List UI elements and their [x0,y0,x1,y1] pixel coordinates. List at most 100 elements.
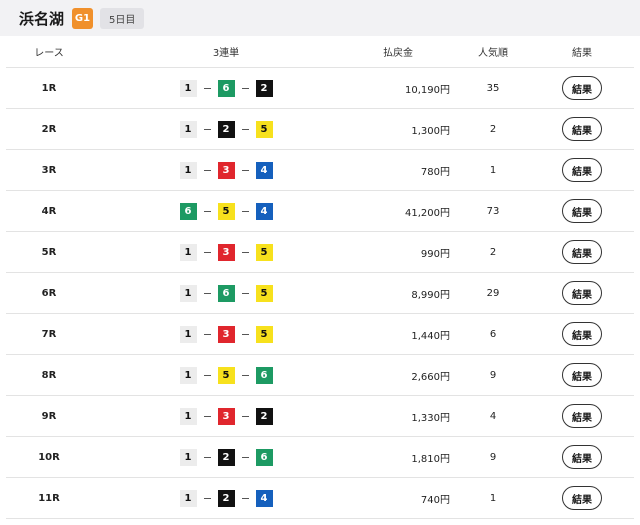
table-header-row: レース 3連単 払戻金 人気順 結果 [6,36,634,68]
popularity-rank: 9 [489,451,497,463]
table-row: 3R 1 3 4 780円 1 結果 [6,150,634,191]
table-row: 1R 1 6 2 10,190円 35 結果 [6,68,634,109]
race-number: 2R [41,123,57,135]
popularity-rank: 73 [486,205,500,217]
boat-number-badge: 5 [255,284,273,302]
result-cell: 結果 [546,314,618,354]
result-button[interactable]: 結果 [562,240,602,264]
trifecta-combination: 1 3 2 [156,396,296,436]
dash-separator [241,210,249,212]
boat-number-badge: 4 [255,489,273,507]
race-number: 9R [41,410,57,422]
result-cell: 結果 [546,232,618,272]
boat-number-badge: 1 [179,79,197,97]
payout-amount: 1,440円 [411,330,450,342]
popularity-rank: 9 [489,369,497,381]
dash-separator [203,87,211,89]
trifecta-combination: 1 6 5 [156,273,296,313]
table-body: 1R 1 6 2 10,190円 35 結果 2R 1 2 5 1,300円 2 結果 3R 1 3 4 780円 1… [6,68,634,519]
payout-amount: 1,810円 [411,453,450,465]
column-header-payout: 払戻金 [383,48,413,59]
payout-amount: 740円 [420,494,450,506]
boat-number-badge: 3 [217,325,235,343]
race-number: 8R [41,369,57,381]
boat-number-badge: 1 [179,161,197,179]
boat-number-badge: 2 [217,448,235,466]
dash-separator [203,497,211,499]
boat-number-badge: 3 [217,243,235,261]
trifecta-combination: 1 6 2 [156,68,296,108]
popularity-rank: 2 [489,246,497,258]
payout-amount: 41,200円 [405,207,450,219]
grade-badge: G1 [72,7,94,29]
dash-separator [203,292,211,294]
table-row: 6R 1 6 5 8,990円 29 結果 [6,273,634,314]
boat-number-badge: 2 [255,79,273,97]
payout-amount: 8,990円 [411,289,450,301]
result-button[interactable]: 結果 [562,117,602,141]
dash-separator [241,333,249,335]
race-number: 1R [41,82,57,94]
table-row: 8R 1 5 6 2,660円 9 結果 [6,355,634,396]
boat-number-badge: 5 [217,366,235,384]
result-button[interactable]: 結果 [562,158,602,182]
result-button[interactable]: 結果 [562,404,602,428]
dash-separator [203,374,211,376]
result-button[interactable]: 結果 [562,486,602,510]
table-row: 11R 1 2 4 740円 1 結果 [6,478,634,519]
dash-separator [241,292,249,294]
payout-amount: 1,330円 [411,412,450,424]
result-cell: 結果 [546,68,618,108]
trifecta-combination: 1 3 4 [156,150,296,190]
payout-amount: 1,300円 [411,125,450,137]
dash-separator [241,87,249,89]
column-header-trifecta: 3連単 [212,48,240,59]
result-button[interactable]: 結果 [562,322,602,346]
trifecta-combination: 1 3 5 [156,314,296,354]
venue-header: 浜名湖 G1 5日目 [0,0,640,36]
boat-number-badge: 2 [255,407,273,425]
table-row: 4R 6 5 4 41,200円 73 結果 [6,191,634,232]
boat-number-badge: 5 [255,243,273,261]
boat-number-badge: 3 [217,407,235,425]
result-cell: 結果 [546,191,618,231]
boat-number-badge: 1 [179,489,197,507]
table-row: 2R 1 2 5 1,300円 2 結果 [6,109,634,150]
boat-number-badge: 3 [217,161,235,179]
race-number: 7R [41,328,57,340]
venue-name: 浜名湖 [19,9,65,28]
table-row: 9R 1 3 2 1,330円 4 結果 [6,396,634,437]
result-button[interactable]: 結果 [562,281,602,305]
result-cell: 結果 [546,273,618,313]
race-number: 6R [41,287,57,299]
race-number: 5R [41,246,57,258]
dash-separator [203,415,211,417]
boat-number-badge: 2 [217,120,235,138]
dash-separator [203,251,211,253]
boat-number-badge: 1 [179,448,197,466]
payout-amount: 10,190円 [405,84,450,96]
dash-separator [241,128,249,130]
boat-number-badge: 6 [179,202,197,220]
boat-number-badge: 4 [255,202,273,220]
dash-separator [203,169,211,171]
trifecta-combination: 1 5 6 [156,355,296,395]
result-button[interactable]: 結果 [562,363,602,387]
result-button[interactable]: 結果 [562,199,602,223]
table-row: 10R 1 2 6 1,810円 9 結果 [6,437,634,478]
trifecta-combination: 1 2 4 [156,478,296,518]
popularity-rank: 1 [489,164,497,176]
race-number: 10R [38,451,60,463]
result-button[interactable]: 結果 [562,445,602,469]
table-row: 7R 1 3 5 1,440円 6 結果 [6,314,634,355]
result-button[interactable]: 結果 [562,76,602,100]
column-header-result: 結果 [572,48,592,59]
boat-number-badge: 5 [255,120,273,138]
popularity-rank: 35 [486,82,500,94]
boat-number-badge: 5 [217,202,235,220]
race-number: 4R [41,205,57,217]
boat-number-badge: 1 [179,284,197,302]
popularity-rank: 2 [489,123,497,135]
boat-number-badge: 1 [179,243,197,261]
boat-number-badge: 6 [217,79,235,97]
